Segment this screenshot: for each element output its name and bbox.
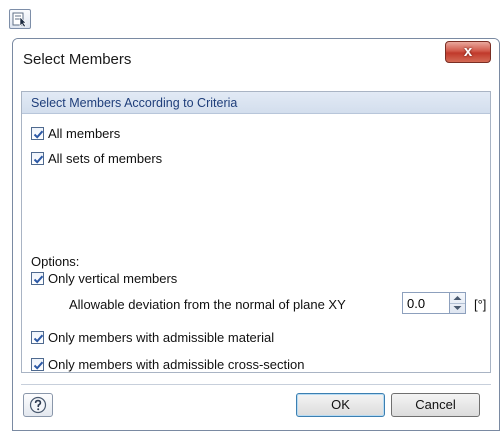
admissible-cross-section-label: Only members with admissible cross-secti… [48,356,305,372]
arrow-down-icon [453,306,462,310]
checkmark-icon [33,155,44,164]
checkmark-icon [33,361,44,370]
select-members-dialog: Select Members x Select Members Accordin… [12,38,500,431]
select-members-toolbar-button[interactable] [9,9,31,29]
footer-separator [21,384,491,385]
criteria-group-header: Select Members According to Criteria [22,92,490,114]
checkmark-icon [33,130,44,139]
admissible-material-checkbox[interactable] [31,330,44,344]
checkmark-icon [33,275,44,284]
all-sets-label: All sets of members [48,150,163,166]
vertical-members-checkbox-row[interactable]: Only vertical members [31,269,177,287]
admissible-cross-section-checkbox[interactable] [31,357,44,371]
all-sets-checkbox-row[interactable]: All sets of members [31,149,162,167]
all-members-label: All members [48,125,121,141]
help-icon [29,396,47,414]
close-button[interactable]: x [445,41,491,63]
criteria-panel: Select Members According to Criteria All… [21,91,491,373]
help-button[interactable] [23,393,53,417]
vertical-members-checkbox[interactable] [31,271,44,285]
close-icon: x [463,43,473,60]
select-members-icon [12,12,27,27]
ok-button[interactable]: OK [296,393,385,417]
admissible-material-label: Only members with admissible material [48,329,275,345]
options-label: Options: [31,254,80,269]
admissible-cross-section-checkbox-row[interactable]: Only members with admissible cross-secti… [31,355,304,373]
deviation-label: Allowable deviation from the normal of p… [69,297,346,312]
all-sets-checkbox[interactable] [31,151,44,165]
vertical-members-label: Only vertical members [48,270,178,286]
checkmark-icon [33,334,44,343]
all-members-checkbox-row[interactable]: All members [31,124,120,142]
title-bar: Select Members x [13,39,499,81]
dialog-title: Select Members [23,51,132,68]
spin-down-button[interactable] [450,303,465,313]
arrow-up-icon [453,296,462,300]
cancel-button[interactable]: Cancel [391,393,480,417]
deviation-spinner[interactable] [450,292,466,314]
deviation-unit: [°] [474,297,487,312]
all-members-checkbox[interactable] [31,126,44,140]
admissible-material-checkbox-row[interactable]: Only members with admissible material [31,328,274,346]
deviation-input[interactable] [402,292,450,314]
